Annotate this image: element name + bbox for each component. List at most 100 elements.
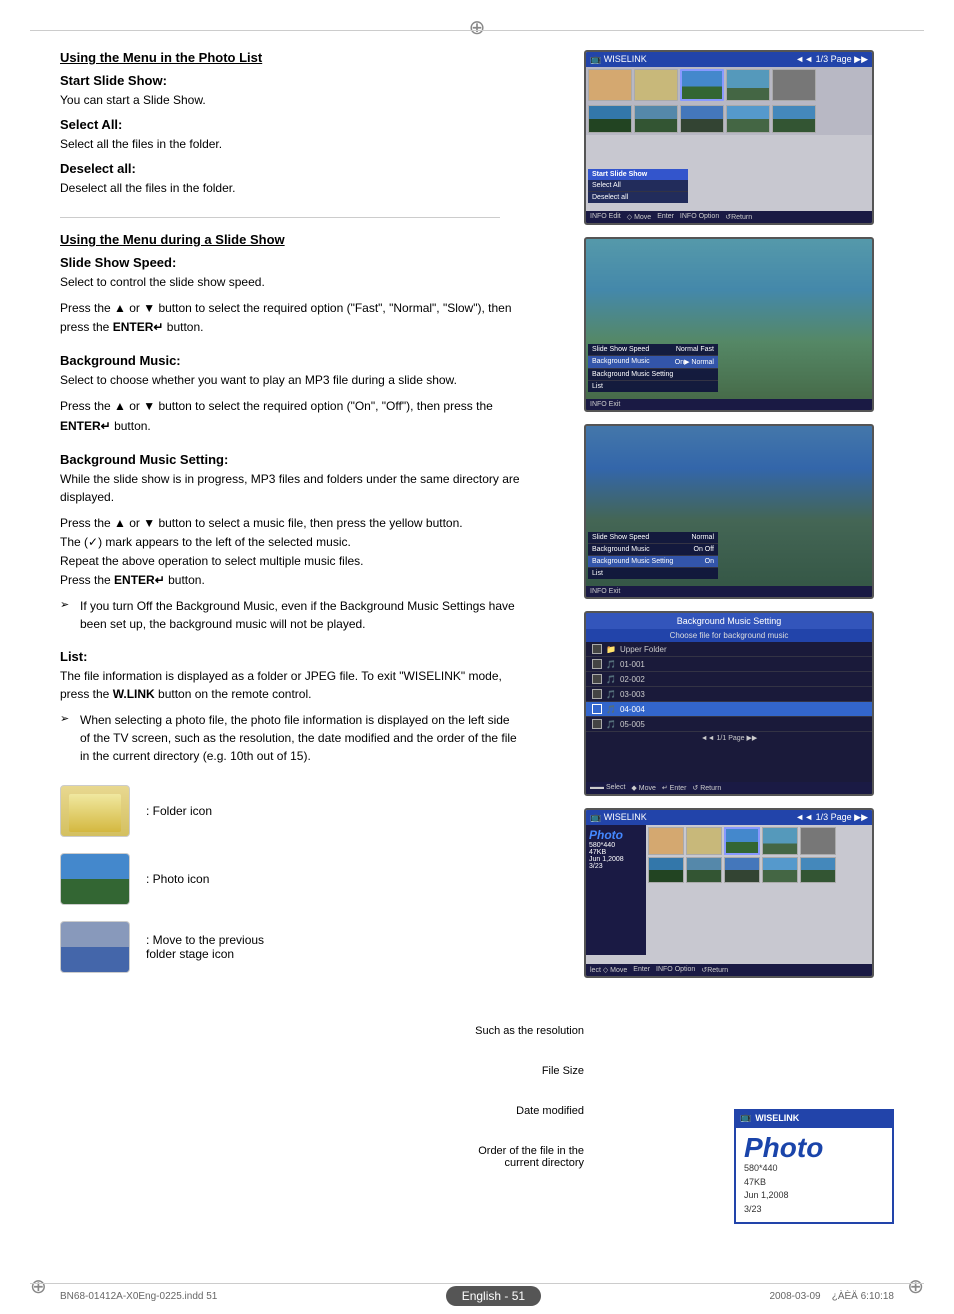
right-column: 📺 WISELINK ◄◄ 1/3 Page ▶▶ Start Slide [584, 50, 894, 990]
screen1-header: 📺 WISELINK ◄◄ 1/3 Page ▶▶ [586, 52, 872, 67]
thumb-r2-4 [726, 105, 770, 133]
annotations-area: Such as the resolution File Size Date mo… [300, 1025, 584, 1169]
footer-date: 2008-03-09 [769, 1291, 820, 1302]
item-bg-setting-press: Press the ▲ or ▼ button to select a musi… [60, 514, 520, 591]
bg-item-upper-folder: 📁 Upper Folder [586, 642, 872, 657]
screen1-thumbs-row1 [586, 67, 872, 103]
thumb-r2-3 [680, 105, 724, 133]
page-footer: BN68-01412A-X0Eng-0225.indd 51 English -… [60, 1286, 894, 1306]
screen5-info-panel: Photo 580*440 47KB Jun 1,2008 3/23 [586, 825, 646, 955]
info-photo-title: Photo [744, 1134, 884, 1162]
slide-speed-row1: Slide Show SpeedNormal Fast [588, 344, 718, 356]
bg-item-02-label: 02-002 [620, 675, 645, 684]
slide-speed-row2-selected: Background MusicOn▶ Normal [588, 356, 718, 369]
screen5-photo-title: Photo [589, 828, 643, 842]
bg-item-05-label: 05-005 [620, 720, 645, 729]
screen-photo-info: 📺 WISELINK ◄◄ 1/3 Page ▶▶ Photo 580*440 … [584, 808, 874, 978]
page-number-badge: English - 51 [446, 1286, 541, 1306]
item-deselect-all-text: Deselect all the files in the folder. [60, 179, 520, 197]
info-filesize: 47KB [744, 1177, 766, 1187]
back-icon-image [60, 921, 130, 973]
thumb-r2-2 [634, 105, 678, 133]
item-speed-press: Press the ▲ or ▼ button to select the re… [60, 299, 520, 337]
back-icon-label: : Move to the previousfolder stage icon [146, 933, 264, 961]
item-select-all: Select All: Select all the files in the … [60, 117, 520, 153]
enter-bold-3: ENTER↵ [114, 573, 165, 587]
screen1-menu-overlay: Start Slide Show Select All Deselect all [588, 169, 688, 203]
item-list-title: List: [60, 649, 520, 664]
bg-item-01: 🎵 01-001 [586, 657, 872, 672]
check-upper-folder [592, 644, 602, 654]
annotation-filesize: File Size [300, 1065, 584, 1077]
menu-select-all: Select All [588, 180, 688, 192]
screen5-row2 [648, 857, 870, 883]
section-title-photo-list: Using the Menu in the Photo List [60, 50, 520, 65]
footer-time: ¿ÀÈÄ 6:10:18 [832, 1291, 894, 1302]
menu-deselect-all: Deselect all [588, 192, 688, 203]
item-bg-music-title: Background Music: [60, 353, 520, 368]
bg-music-menu-overlay: Slide Show SpeedNormal Background MusicO… [588, 532, 718, 579]
thumb-upper-folder [588, 69, 632, 101]
icon-row-back: : Move to the previousfolder stage icon [60, 921, 520, 973]
bg-item-04-highlighted: 🎵 04-004 [586, 702, 872, 717]
enter-bold-2: ENTER↵ [60, 419, 111, 433]
footer-filename: BN68-01412A-X0Eng-0225.indd 51 [60, 1291, 217, 1302]
footer-datetime: 2008-03-09 ¿ÀÈÄ 6:10:18 [769, 1291, 894, 1302]
section-divider-1 [60, 217, 500, 218]
screen1-thumbs-row2 [586, 103, 872, 135]
screen1-wiselink: 📺 WISELINK [590, 54, 647, 65]
info-detail-box: Photo 580*440 47KB Jun 1,2008 3/23 [734, 1126, 894, 1224]
item-start-slide-show-text: You can start a Slide Show. [60, 91, 520, 109]
screen-bg-music: Slide Show SpeedNormal Background MusicO… [584, 424, 874, 599]
bg-item-04-label: 04-004 [620, 705, 645, 714]
info-detail-text: 580*440 47KB Jun 1,2008 3/23 [744, 1162, 884, 1216]
item-background-music: Background Music: Select to choose wheth… [60, 353, 520, 435]
bg-item-02: 🎵 02-002 [586, 672, 872, 687]
slide-speed-menu-overlay: Slide Show SpeedNormal Fast Background M… [588, 344, 718, 392]
check-03 [592, 689, 602, 699]
check-05 [592, 719, 602, 729]
bg-music-row1: Slide Show SpeedNormal [588, 532, 718, 544]
item-speed-text: Select to control the slide show speed. [60, 273, 520, 291]
item-deselect-all: Deselect all: Deselect all the files in … [60, 161, 520, 197]
bg-item-03: 🎵 03-003 [586, 687, 872, 702]
photo-icon-label: : Photo icon [146, 872, 209, 886]
bg-item-05: 🎵 05-005 [586, 717, 872, 732]
screen5-thumbs [646, 825, 872, 955]
enter-bold-1: ENTER↵ [113, 320, 164, 334]
item-bg-setting-note: If you turn Off the Background Music, ev… [60, 597, 520, 633]
annotation-order: Order of the file in thecurrent director… [300, 1145, 584, 1169]
left-column: Using the Menu in the Photo List Start S… [60, 50, 520, 989]
screen2-menu-bar: INFO Exit [586, 399, 872, 410]
icon-legend: : Folder icon : Photo icon : Move to the… [60, 785, 520, 973]
bg-setting-header: Background Music Setting [586, 613, 872, 629]
item-bg-music-press: Press the ▲ or ▼ button to select the re… [60, 397, 520, 435]
slide-speed-row3: Background Music Setting [588, 369, 718, 381]
screen5-body: Photo 580*440 47KB Jun 1,2008 3/23 [586, 825, 872, 955]
thumb-photo001 [680, 69, 724, 101]
bg-music-row4: List [588, 568, 718, 579]
wiselink-logo-text: WISELINK [755, 1113, 799, 1123]
bg-item-upper-folder-label: Upper Folder [620, 645, 667, 654]
screen1-menu-bar: INFO Edit ◇ Move Enter INFO Option ↺Retu… [586, 211, 872, 223]
folder-icon-label: : Folder icon [146, 804, 212, 818]
item-start-slide-show-title: Start Slide Show: [60, 73, 520, 88]
icon-row-photo: : Photo icon [60, 853, 520, 905]
screen5-row1 [648, 827, 870, 855]
thumb-r2-5 [772, 105, 816, 133]
bg-setting-subheader: Choose file for background music [586, 629, 872, 642]
crosshair-bottom-left-icon: ⊕ [30, 1274, 47, 1299]
bg-music-row3-selected: Background Music SettingOn [588, 556, 718, 568]
item-slide-show-speed: Slide Show Speed: Select to control the … [60, 255, 520, 337]
item-background-music-setting: Background Music Setting: While the slid… [60, 452, 520, 633]
screen1-page: ◄◄ 1/3 Page ▶▶ [795, 54, 868, 65]
bg-page-nav: ◄◄ 1/1 Page ▶▶ [586, 732, 872, 744]
crosshair-top-icon: ⊕ [469, 15, 486, 40]
info-order: 3/23 [744, 1204, 762, 1214]
screen5-header: 📺 WISELINK ◄◄ 1/3 Page ▶▶ [586, 810, 872, 825]
info-box-container: 📺 WISELINK Photo 580*440 47KB Jun 1,2008… [734, 1109, 894, 1224]
item-list-note: When selecting a photo file, the photo f… [60, 711, 520, 765]
thumb-r2-1 [588, 105, 632, 133]
annotation-resolution: Such as the resolution [300, 1025, 584, 1037]
info-date: Jun 1,2008 [744, 1190, 789, 1200]
